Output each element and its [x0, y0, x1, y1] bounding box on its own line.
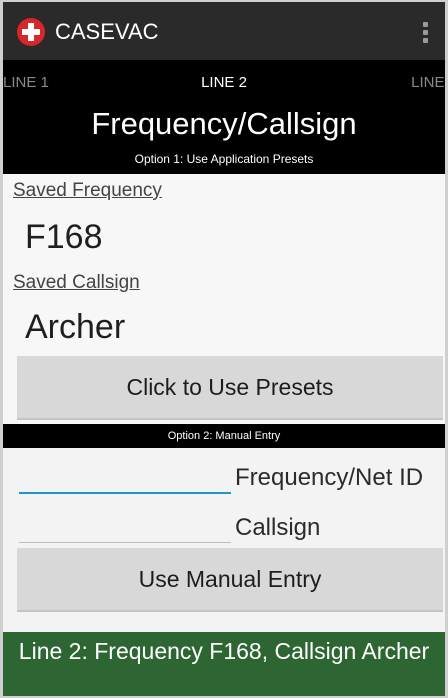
frequency-net-id-label: Frequency/Net ID	[235, 464, 424, 491]
use-manual-entry-button[interactable]: Use Manual Entry	[17, 548, 443, 612]
tab-line-2[interactable]: LINE 2	[3, 74, 445, 91]
saved-callsign-value: Archer	[25, 308, 126, 346]
callsign-input[interactable]	[19, 510, 231, 543]
callsign-label: Callsign	[235, 514, 321, 541]
option-1-label: Option 1: Use Application Presets	[134, 152, 314, 166]
status-text: Line 2: Frequency F168, Callsign Archer	[18, 638, 430, 664]
app-frame: CASEVAC LINE 1 LINE 2 LINE 3 Frequency/C…	[3, 2, 445, 696]
tab-strip: LINE 1 LINE 2 LINE 3	[3, 60, 445, 104]
manual-entry-panel: Frequency/Net ID Callsign Use Manual Ent…	[3, 448, 445, 632]
overflow-menu-icon[interactable]	[405, 12, 445, 52]
tab-line-3[interactable]: LINE 3	[411, 74, 445, 91]
frequency-input[interactable]	[19, 460, 231, 494]
saved-frequency-value: F168	[25, 218, 103, 256]
app-title: CASEVAC	[55, 19, 159, 44]
saved-frequency-label[interactable]: Saved Frequency	[13, 180, 162, 202]
page-title: Frequency/Callsign	[91, 106, 357, 141]
presets-panel: Saved Frequency F168 Saved Callsign Arch…	[3, 174, 445, 424]
red-cross-icon	[17, 18, 45, 46]
saved-callsign-label[interactable]: Saved Callsign	[13, 272, 140, 294]
use-presets-button[interactable]: Click to Use Presets	[17, 356, 443, 420]
action-bar: CASEVAC	[3, 2, 445, 61]
status-bar: Line 2: Frequency F168, Callsign Archer	[3, 632, 445, 696]
option-2-label: Option 2: Manual Entry	[3, 426, 445, 446]
